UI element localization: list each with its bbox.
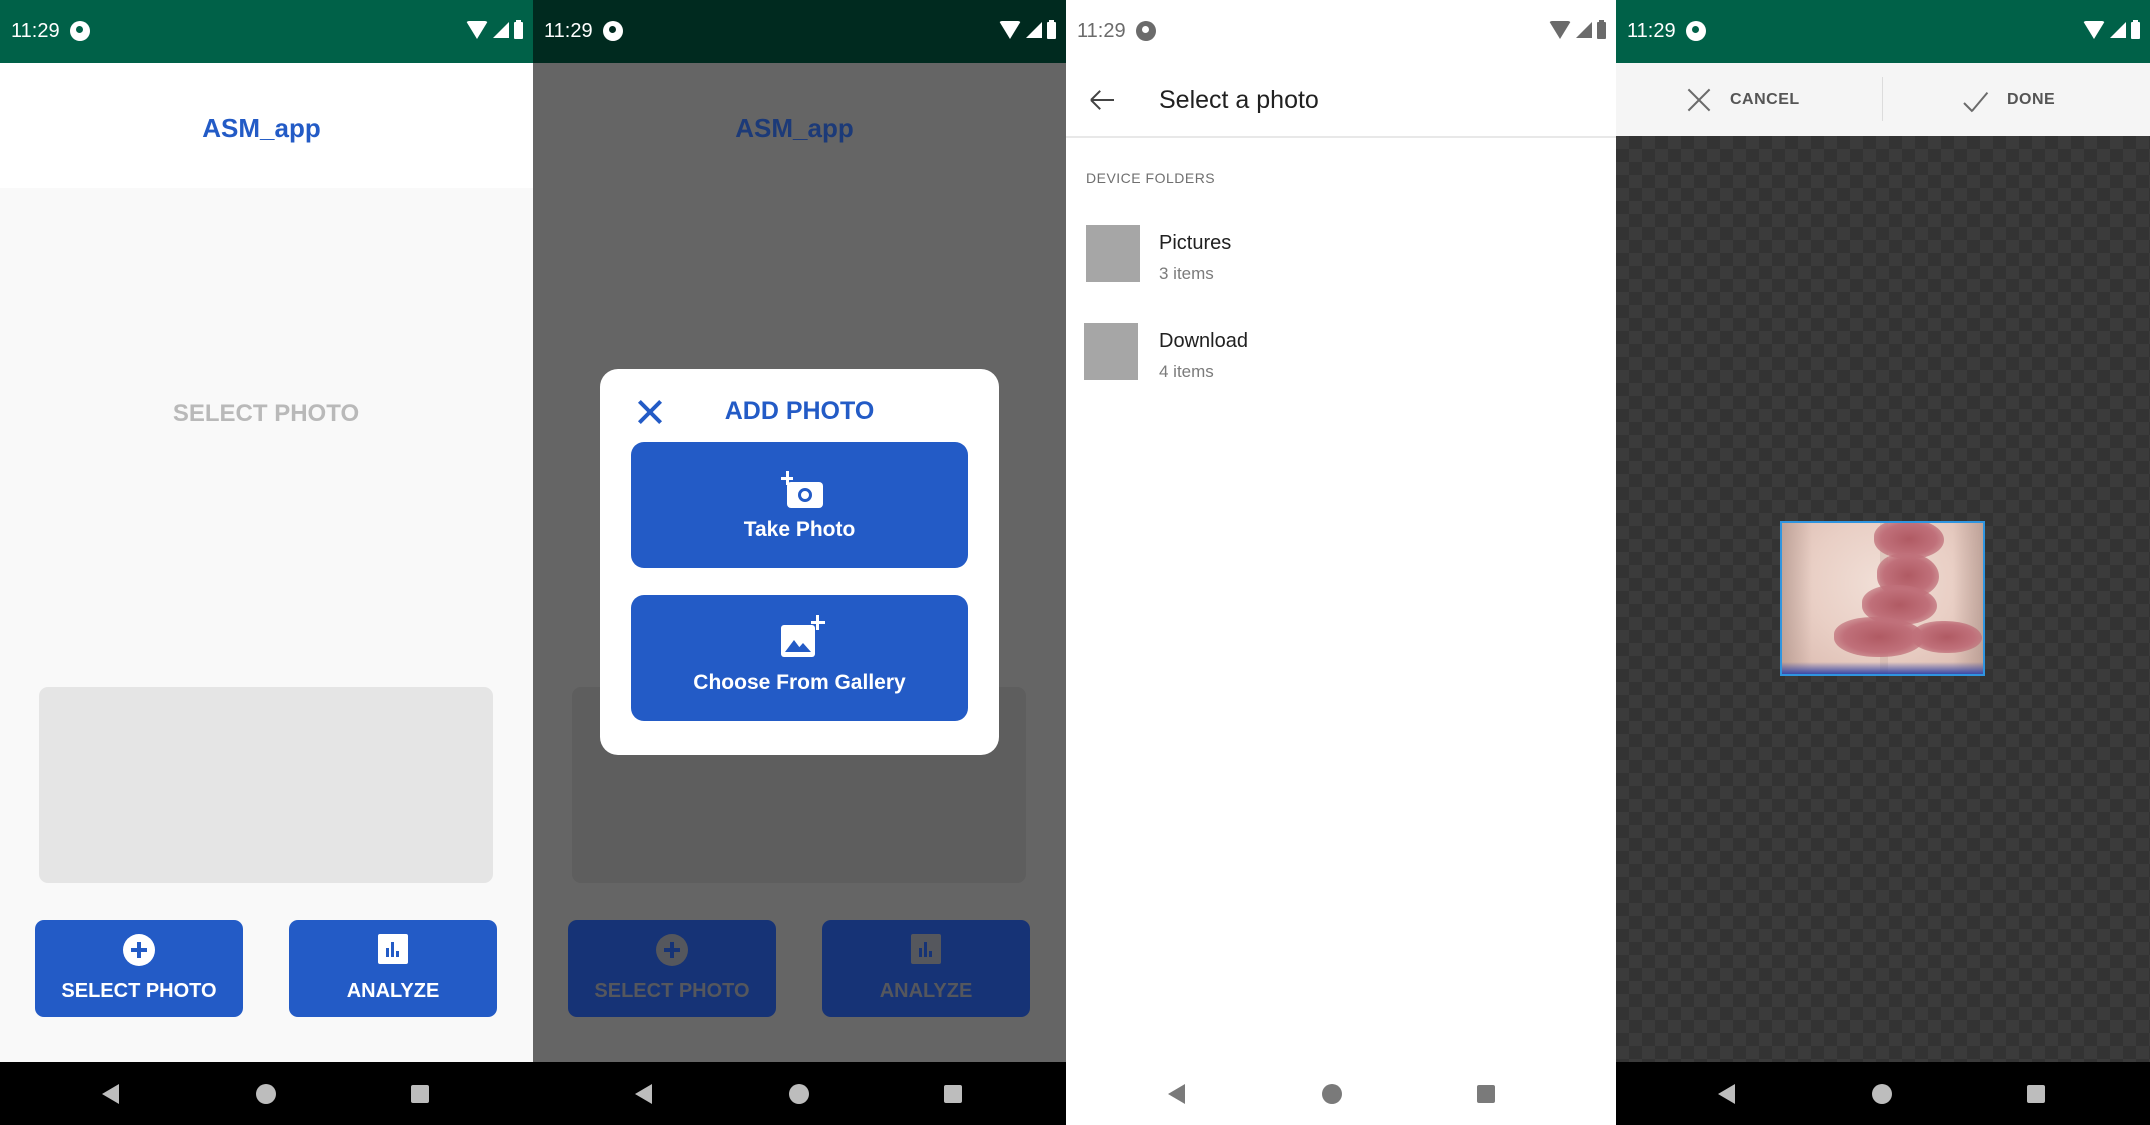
recents-icon[interactable] xyxy=(2027,1085,2045,1103)
app-notification-icon xyxy=(603,21,623,41)
done-button[interactable]: DONE xyxy=(2007,91,2055,109)
folder-item-pictures[interactable]: Pictures 3 items xyxy=(1066,220,1616,310)
nav-bar xyxy=(0,1062,533,1125)
status-bar: 11:29 xyxy=(0,0,533,63)
wifi-icon xyxy=(2083,21,2105,39)
section-label: DEVICE FOLDERS xyxy=(1086,170,1216,186)
battery-icon xyxy=(1597,19,1606,39)
battery-icon xyxy=(514,19,523,39)
analyze-label: ANALYZE xyxy=(346,980,440,1002)
add-circle-icon xyxy=(656,934,688,966)
add-camera-icon xyxy=(781,471,825,510)
add-circle-icon xyxy=(123,934,155,966)
app-bar: ASM_app xyxy=(0,63,533,188)
folder-count: 3 items xyxy=(1159,264,1214,283)
status-time: 11:29 xyxy=(1077,20,1126,42)
battery-icon xyxy=(2131,19,2140,39)
select-photo-placeholder: SELECT PHOTO xyxy=(172,400,360,427)
select-photo-button[interactable]: SELECT PHOTO xyxy=(35,920,243,1017)
signal-icon xyxy=(2110,22,2126,38)
take-photo-button[interactable]: Take Photo xyxy=(631,442,968,568)
analyze-label: ANALYZE xyxy=(879,980,973,1002)
select-photo-label: SELECT PHOTO xyxy=(61,980,217,1002)
analyze-button: ANALYZE xyxy=(822,920,1030,1017)
app-title: ASM_app xyxy=(202,113,321,143)
crop-image[interactable] xyxy=(1780,521,1985,676)
bar-chart-icon xyxy=(911,934,941,964)
page-title: Select a photo xyxy=(1159,86,1319,114)
select-photo-button: SELECT PHOTO xyxy=(568,920,776,1017)
check-icon[interactable] xyxy=(1962,87,1992,113)
add-photo-dialog: ADD PHOTO Take Photo Choose From Gallery xyxy=(600,369,999,755)
toolbar-divider xyxy=(1882,77,1883,121)
folder-thumbnail xyxy=(1086,225,1140,282)
bar-chart-icon xyxy=(378,934,408,964)
screen-main: 11:29 ASM_app SELECT PHOTO SELECT PHOTO … xyxy=(0,0,533,1125)
status-bar: 11:29 xyxy=(533,0,1066,63)
crop-toolbar: CANCEL DONE xyxy=(1616,63,2150,136)
back-icon[interactable] xyxy=(102,1084,119,1104)
dialog-title: ADD PHOTO xyxy=(724,397,875,425)
nav-bar xyxy=(1066,1062,1616,1125)
add-photo-icon xyxy=(781,615,827,659)
screen-add-photo-dialog: 11:29 ASM_app SELECT PHOTO ANALYZE ADD P… xyxy=(533,0,1066,1125)
nav-bar xyxy=(1616,1062,2150,1125)
folder-thumbnail xyxy=(1084,323,1138,380)
status-bar: 11:29 xyxy=(1616,0,2150,63)
gallery-label: Choose From Gallery xyxy=(693,671,906,694)
folder-name: Pictures xyxy=(1159,232,1232,254)
status-time: 11:29 xyxy=(11,20,60,42)
picker-toolbar: Select a photo xyxy=(1066,63,1616,138)
home-icon[interactable] xyxy=(1322,1084,1342,1104)
status-bar: 11:29 xyxy=(1066,0,1616,63)
app-notification-icon xyxy=(70,21,90,41)
wifi-icon xyxy=(466,21,488,39)
choose-from-gallery-button[interactable]: Choose From Gallery xyxy=(631,595,968,721)
home-icon[interactable] xyxy=(256,1084,276,1104)
screen-photo-picker: 11:29 Select a photo DEVICE FOLDERS Pict… xyxy=(1066,0,1616,1125)
status-time: 11:29 xyxy=(544,20,593,42)
home-icon[interactable] xyxy=(1872,1084,1892,1104)
app-notification-icon xyxy=(1686,21,1706,41)
app-bar: ASM_app xyxy=(533,63,1066,188)
analyze-button[interactable]: ANALYZE xyxy=(289,920,497,1017)
battery-icon xyxy=(1047,19,1056,39)
select-photo-label: SELECT PHOTO xyxy=(594,980,750,1002)
cancel-button[interactable]: CANCEL xyxy=(1730,91,1800,109)
close-icon[interactable] xyxy=(1686,87,1712,113)
folder-count: 4 items xyxy=(1159,362,1214,381)
recents-icon[interactable] xyxy=(1477,1085,1495,1103)
folder-item-download[interactable]: Download 4 items xyxy=(1066,318,1616,408)
back-icon[interactable] xyxy=(1718,1084,1735,1104)
signal-icon xyxy=(493,22,509,38)
nav-bar xyxy=(533,1062,1066,1125)
screen-crop: 11:29 CANCEL DONE xyxy=(1616,0,2150,1125)
signal-icon xyxy=(1576,22,1592,38)
signal-icon xyxy=(1026,22,1042,38)
wifi-icon xyxy=(999,21,1021,39)
recents-icon[interactable] xyxy=(944,1085,962,1103)
status-time: 11:29 xyxy=(1627,20,1676,42)
image-preview-area xyxy=(39,687,493,883)
take-photo-label: Take Photo xyxy=(743,518,856,541)
back-arrow-icon[interactable] xyxy=(1090,89,1116,111)
recents-icon[interactable] xyxy=(411,1085,429,1103)
back-icon[interactable] xyxy=(635,1084,652,1104)
back-icon[interactable] xyxy=(1168,1084,1185,1104)
folder-name: Download xyxy=(1159,330,1248,352)
app-title: ASM_app xyxy=(735,113,854,143)
app-notification-icon xyxy=(1136,21,1156,41)
home-icon[interactable] xyxy=(789,1084,809,1104)
wifi-icon xyxy=(1549,21,1571,39)
